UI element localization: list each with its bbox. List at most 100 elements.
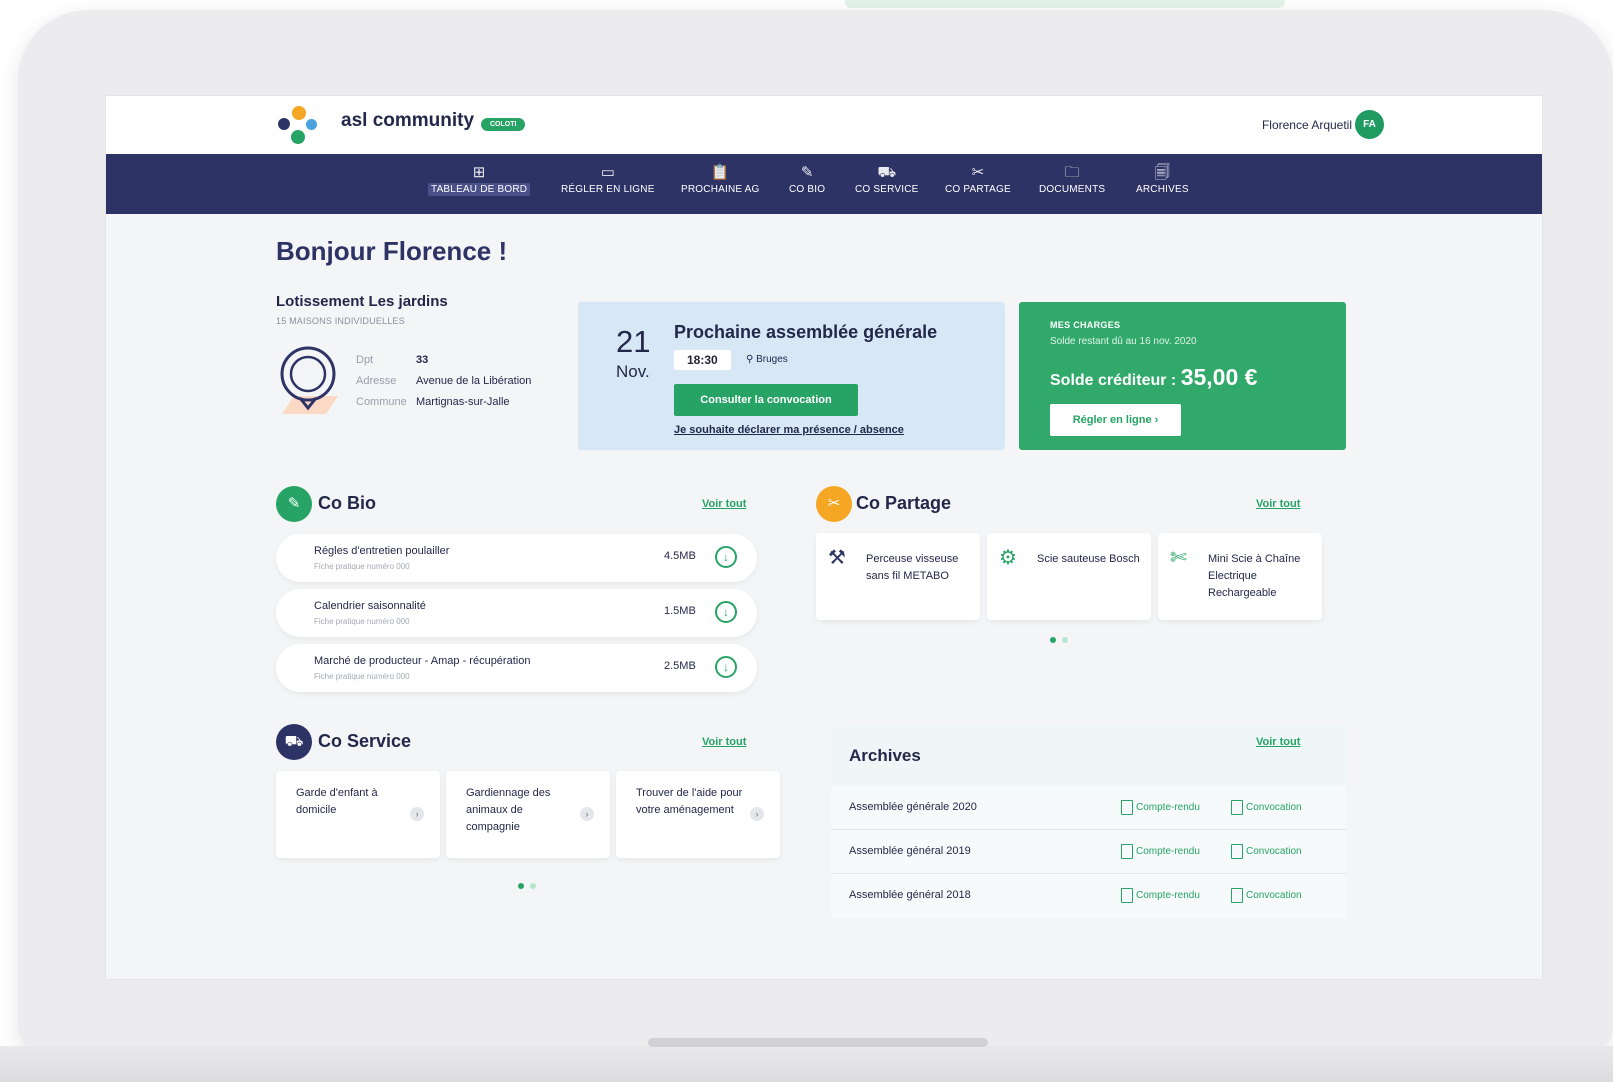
table-row: Assemblée générale 2020 Compte-rendu Con…: [831, 786, 1346, 830]
carousel-dot[interactable]: [1050, 637, 1056, 643]
ag-place: ⚲ Bruges: [746, 354, 788, 365]
table-row: Assemblée général 2018 Compte-rendu Conv…: [831, 874, 1346, 918]
location-pin-icon: [280, 346, 338, 414]
document-icon: [1231, 800, 1243, 815]
carousel-dots: [518, 883, 536, 889]
co-service-title: Co Service: [318, 731, 412, 751]
user-name[interactable]: Florence Arquetil: [1262, 118, 1352, 132]
table-row: Assemblée général 2019 Compte-rendu Conv…: [831, 830, 1346, 874]
charges-card: MES CHARGES Solde restant dû au 16 nov. …: [1019, 302, 1346, 450]
detail-value: Avenue de la Libération: [416, 375, 532, 387]
service-card[interactable]: Gardiennage des animaux de compagnie ›: [446, 771, 610, 858]
nav-co-bio[interactable]: ✎ CO BIO: [786, 163, 828, 196]
detail-value: 33: [416, 354, 429, 366]
leaf-icon: ✎: [276, 486, 312, 522]
nav-tableau-de-bord[interactable]: ⊞ TABLEAU DE BORD: [428, 163, 531, 196]
detail-value: Martignas-sur-Jalle: [416, 396, 510, 408]
nav-regler-en-ligne[interactable]: ▭ RÉGLER EN LIGNE: [558, 163, 658, 196]
convocation-link[interactable]: Convocation: [1231, 888, 1302, 903]
file-size: 2.5MB: [664, 660, 696, 672]
chevron-right-icon[interactable]: ›: [580, 807, 594, 821]
clipboard-icon: 📋: [710, 164, 730, 181]
brand-name[interactable]: asl community: [341, 110, 474, 132]
lotissement-details: Dpt 33 Adresse Avenue de la Libération Com…: [356, 354, 531, 417]
nav-label: DOCUMENTS: [1039, 184, 1106, 195]
document-icon: [1121, 888, 1133, 903]
ag-place-label: Bruges: [756, 354, 788, 365]
service-title: Gardiennage des animaux de compagnie: [466, 787, 551, 833]
file-size: 4.5MB: [664, 550, 696, 562]
co-partage-voir-tout-link[interactable]: Voir tout: [1256, 498, 1300, 510]
co-service-voir-tout-link[interactable]: Voir tout: [702, 736, 746, 748]
co-bio-voir-tout-link[interactable]: Voir tout: [702, 498, 746, 510]
partage-card[interactable]: ⚒ Perceuse visseuse sans fil METABO: [816, 533, 980, 620]
convocation-link[interactable]: Convocation: [1231, 800, 1302, 815]
carousel-dot[interactable]: [518, 883, 524, 889]
detail-row: Adresse Avenue de la Libération: [356, 375, 531, 396]
partage-title: Mini Scie à Chaîne Electrique Rechargeab…: [1208, 553, 1301, 599]
list-item[interactable]: Régles d'entretien poulailler Fiche prat…: [276, 534, 757, 582]
convocation-link[interactable]: Convocation: [1231, 844, 1302, 859]
regler-en-ligne-button[interactable]: Régler en ligne ›: [1050, 404, 1181, 436]
file-subtitle: Fiche pratique numéro 000: [314, 617, 410, 626]
nav-label: CO BIO: [789, 184, 826, 195]
document-icon: [1231, 844, 1243, 859]
service-card[interactable]: Garde d'enfant à domicile ›: [276, 771, 440, 858]
nav-co-service[interactable]: ⛟ CO SERVICE: [852, 163, 922, 196]
doc-label: Compte-rendu: [1136, 846, 1200, 857]
detail-key: Dpt: [356, 354, 374, 366]
nav-prochaine-ag[interactable]: 📋 PROCHAINE AG: [678, 163, 763, 196]
charges-title: MES CHARGES: [1050, 320, 1121, 330]
lotissement-title: Lotissement Les jardins: [276, 293, 448, 310]
chainsaw-icon: ✄: [1170, 547, 1187, 569]
file-subtitle: Fiche pratique numéro 000: [314, 562, 410, 571]
regler-label: Régler en ligne: [1072, 414, 1152, 426]
avatar[interactable]: FA: [1355, 110, 1384, 139]
partage-card[interactable]: ✄ Mini Scie à Chaîne Electrique Recharge…: [1158, 533, 1322, 620]
nav-archives[interactable]: 🗐 ARCHIVES: [1133, 163, 1192, 196]
tools-icon: ✂: [971, 164, 985, 181]
jigsaw-icon: ⚙: [999, 547, 1017, 569]
card-icon: ▭: [600, 164, 615, 181]
declarer-presence-link[interactable]: Je souhaite déclarer ma présence / absen…: [674, 424, 904, 436]
chevron-right-icon: ›: [1154, 414, 1159, 426]
archives-title: Archives: [849, 746, 921, 765]
carousel-dot[interactable]: [1062, 637, 1068, 643]
detail-key: Commune: [356, 396, 407, 408]
logo-icon[interactable]: [278, 106, 324, 146]
chevron-right-icon[interactable]: ›: [750, 807, 764, 821]
nav-documents[interactable]: 🗀 DOCUMENTS: [1036, 163, 1108, 196]
list-item[interactable]: Calendrier saisonnalité Fiche pratique n…: [276, 589, 757, 637]
laptop-notch: [648, 1038, 988, 1047]
partage-card[interactable]: ⚙ Scie sauteuse Bosch: [987, 533, 1151, 620]
folder-icon: 🗀: [1064, 164, 1080, 181]
document-icon: [1121, 844, 1133, 859]
archive-name: Assemblée générale 2020: [849, 801, 977, 813]
laptop-base: [0, 1046, 1613, 1082]
download-icon[interactable]: ↓: [715, 601, 737, 623]
ag-day: 21: [616, 324, 651, 359]
nav-label: ARCHIVES: [1136, 184, 1189, 195]
carousel-dot[interactable]: [530, 883, 536, 889]
download-icon[interactable]: ↓: [715, 656, 737, 678]
download-icon[interactable]: ↓: [715, 546, 737, 568]
brand-badge: COLOTI: [481, 118, 526, 131]
nav-co-partage[interactable]: ✂ CO PARTAGE: [942, 163, 1014, 196]
service-card[interactable]: Trouver de l'aide pour votre aménagement…: [616, 771, 780, 858]
co-partage-title: Co Partage: [856, 493, 952, 513]
charges-balance: Solde créditeur : 35,00 €: [1050, 364, 1257, 391]
compte-rendu-link[interactable]: Compte-rendu: [1121, 888, 1200, 903]
archive-name: Assemblée général 2018: [849, 889, 971, 901]
compte-rendu-link[interactable]: Compte-rendu: [1121, 844, 1200, 859]
chevron-right-icon[interactable]: ›: [410, 807, 424, 821]
drill-icon: ⚒: [828, 547, 846, 569]
archives-voir-tout-link[interactable]: Voir tout: [1256, 736, 1300, 748]
archive-name: Assemblée général 2019: [849, 845, 971, 857]
charges-subtitle: Solde restant dû au 16 nov. 2020: [1050, 336, 1197, 347]
compte-rendu-link[interactable]: Compte-rendu: [1121, 800, 1200, 815]
background-tab: [845, 0, 1285, 8]
header: asl community COLOTI Florence Arquetil F…: [106, 96, 1542, 154]
consulter-convocation-button[interactable]: Consulter la convocation: [674, 384, 858, 416]
detail-row: Commune Martignas-sur-Jalle: [356, 396, 531, 417]
list-item[interactable]: Marché de producteur - Amap - récupérati…: [276, 644, 757, 692]
